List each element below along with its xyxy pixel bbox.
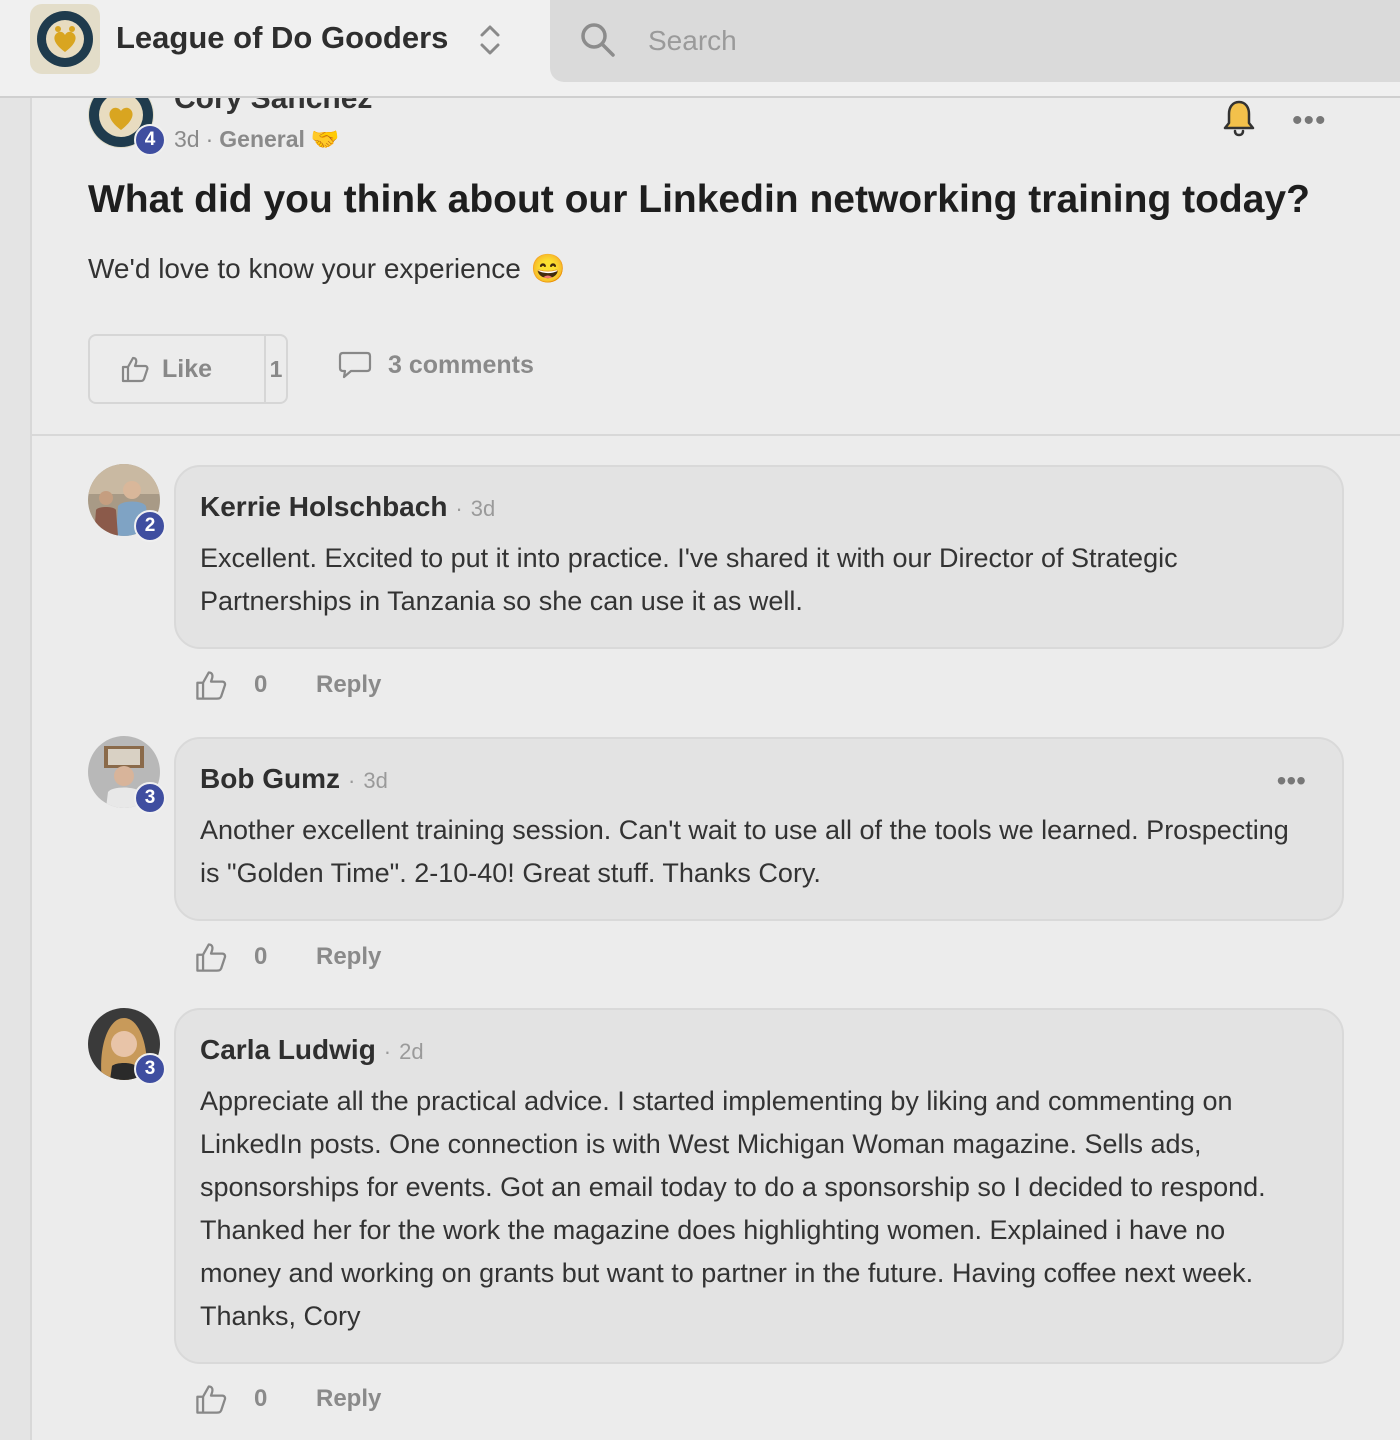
level-badge: 2 — [134, 510, 166, 542]
top-bar: League of Do Gooders — [0, 0, 1400, 98]
post-age: 3d — [174, 126, 200, 152]
like-label: Like — [162, 354, 213, 383]
left-gutter — [0, 0, 32, 1440]
comment-text: Another excellent training session. Can'… — [200, 815, 1289, 888]
comment-header: Bob Gumz · 3d — [200, 763, 388, 795]
level-badge: 4 — [134, 124, 166, 156]
comment-age: 2d — [399, 1039, 424, 1064]
comment-bubble: Carla Ludwig · 2d Appreciate all the pra… — [174, 1008, 1344, 1364]
thumbs-up-icon[interactable] — [194, 940, 228, 974]
comment-separator: · — [348, 768, 356, 793]
comment-age: 3d — [470, 496, 496, 521]
bell-icon[interactable] — [1222, 98, 1256, 138]
post-title: What did you think about our Linkedin ne… — [88, 178, 1310, 221]
post-body: We'd love to know your experience 😄 — [88, 252, 566, 285]
comments-count-label: 3 comments — [388, 350, 534, 379]
post-category[interactable]: General — [219, 126, 305, 153]
level-badge: 3 — [134, 782, 166, 814]
post-more-options-icon[interactable]: ••• — [1292, 104, 1327, 138]
post-meta: 3d · General 🤝 — [174, 126, 340, 153]
commenter-name[interactable]: Kerrie Holschbach — [200, 491, 447, 523]
post-like-count[interactable]: 1 — [266, 336, 286, 402]
comment-more-options-icon[interactable]: ••• — [1277, 765, 1306, 797]
reply-button[interactable]: Reply — [316, 671, 381, 699]
community-name[interactable]: League of Do Gooders — [116, 20, 448, 56]
comment-bubble: Bob Gumz · 3d ••• Another excellent trai… — [174, 737, 1344, 921]
post-like-group: Like 1 — [88, 334, 288, 404]
search-input[interactable] — [646, 18, 1250, 64]
comment-actions: 0 Reply — [194, 1382, 381, 1416]
search-bar[interactable] — [550, 0, 1400, 82]
comment-bubble: Kerrie Holschbach · 3d Excellent. Excite… — [174, 465, 1344, 649]
level-badge: 3 — [134, 1053, 166, 1085]
grinning-emoji: 😄 — [530, 253, 566, 284]
comment-age: 3d — [363, 768, 388, 793]
commenter-name[interactable]: Bob Gumz — [200, 763, 340, 795]
comment-separator: · — [383, 1039, 392, 1064]
thumbs-up-icon — [121, 356, 149, 383]
comment-like-count: 0 — [254, 1385, 268, 1412]
comment-header: Carla Ludwig · 2d — [200, 1034, 424, 1066]
thumbs-up-icon[interactable] — [194, 668, 228, 702]
chevron-up-down-icon[interactable] — [476, 20, 504, 60]
comment-header: Kerrie Holschbach · 3d — [200, 491, 495, 523]
reply-button[interactable]: Reply — [316, 1385, 381, 1413]
comment-bubble-icon — [338, 351, 372, 379]
community-logo[interactable] — [30, 4, 100, 74]
comment-separator: · — [455, 496, 463, 521]
comment-actions: 0 Reply — [194, 940, 381, 974]
league-logo-icon — [37, 11, 93, 67]
comment-like-count: 0 — [254, 943, 268, 970]
meta-separator: · — [205, 126, 214, 152]
search-icon — [581, 23, 615, 57]
thumbs-up-icon[interactable] — [194, 1382, 228, 1416]
post-divider — [30, 434, 1400, 436]
comments-count-link[interactable]: 3 comments — [338, 350, 534, 380]
post-body-text: We'd love to know your experience — [88, 252, 521, 284]
comment-text: Appreciate all the practical advice. I s… — [200, 1086, 1266, 1331]
commenter-name[interactable]: Carla Ludwig — [200, 1034, 376, 1066]
comment-text: Excellent. Excited to put it into practi… — [200, 543, 1178, 616]
reply-button[interactable]: Reply — [316, 943, 381, 971]
comment-like-count: 0 — [254, 671, 268, 698]
post-like-button[interactable]: Like — [90, 336, 266, 402]
comment-actions: 0 Reply — [194, 668, 381, 702]
category-emoji: 🤝 — [310, 126, 340, 152]
